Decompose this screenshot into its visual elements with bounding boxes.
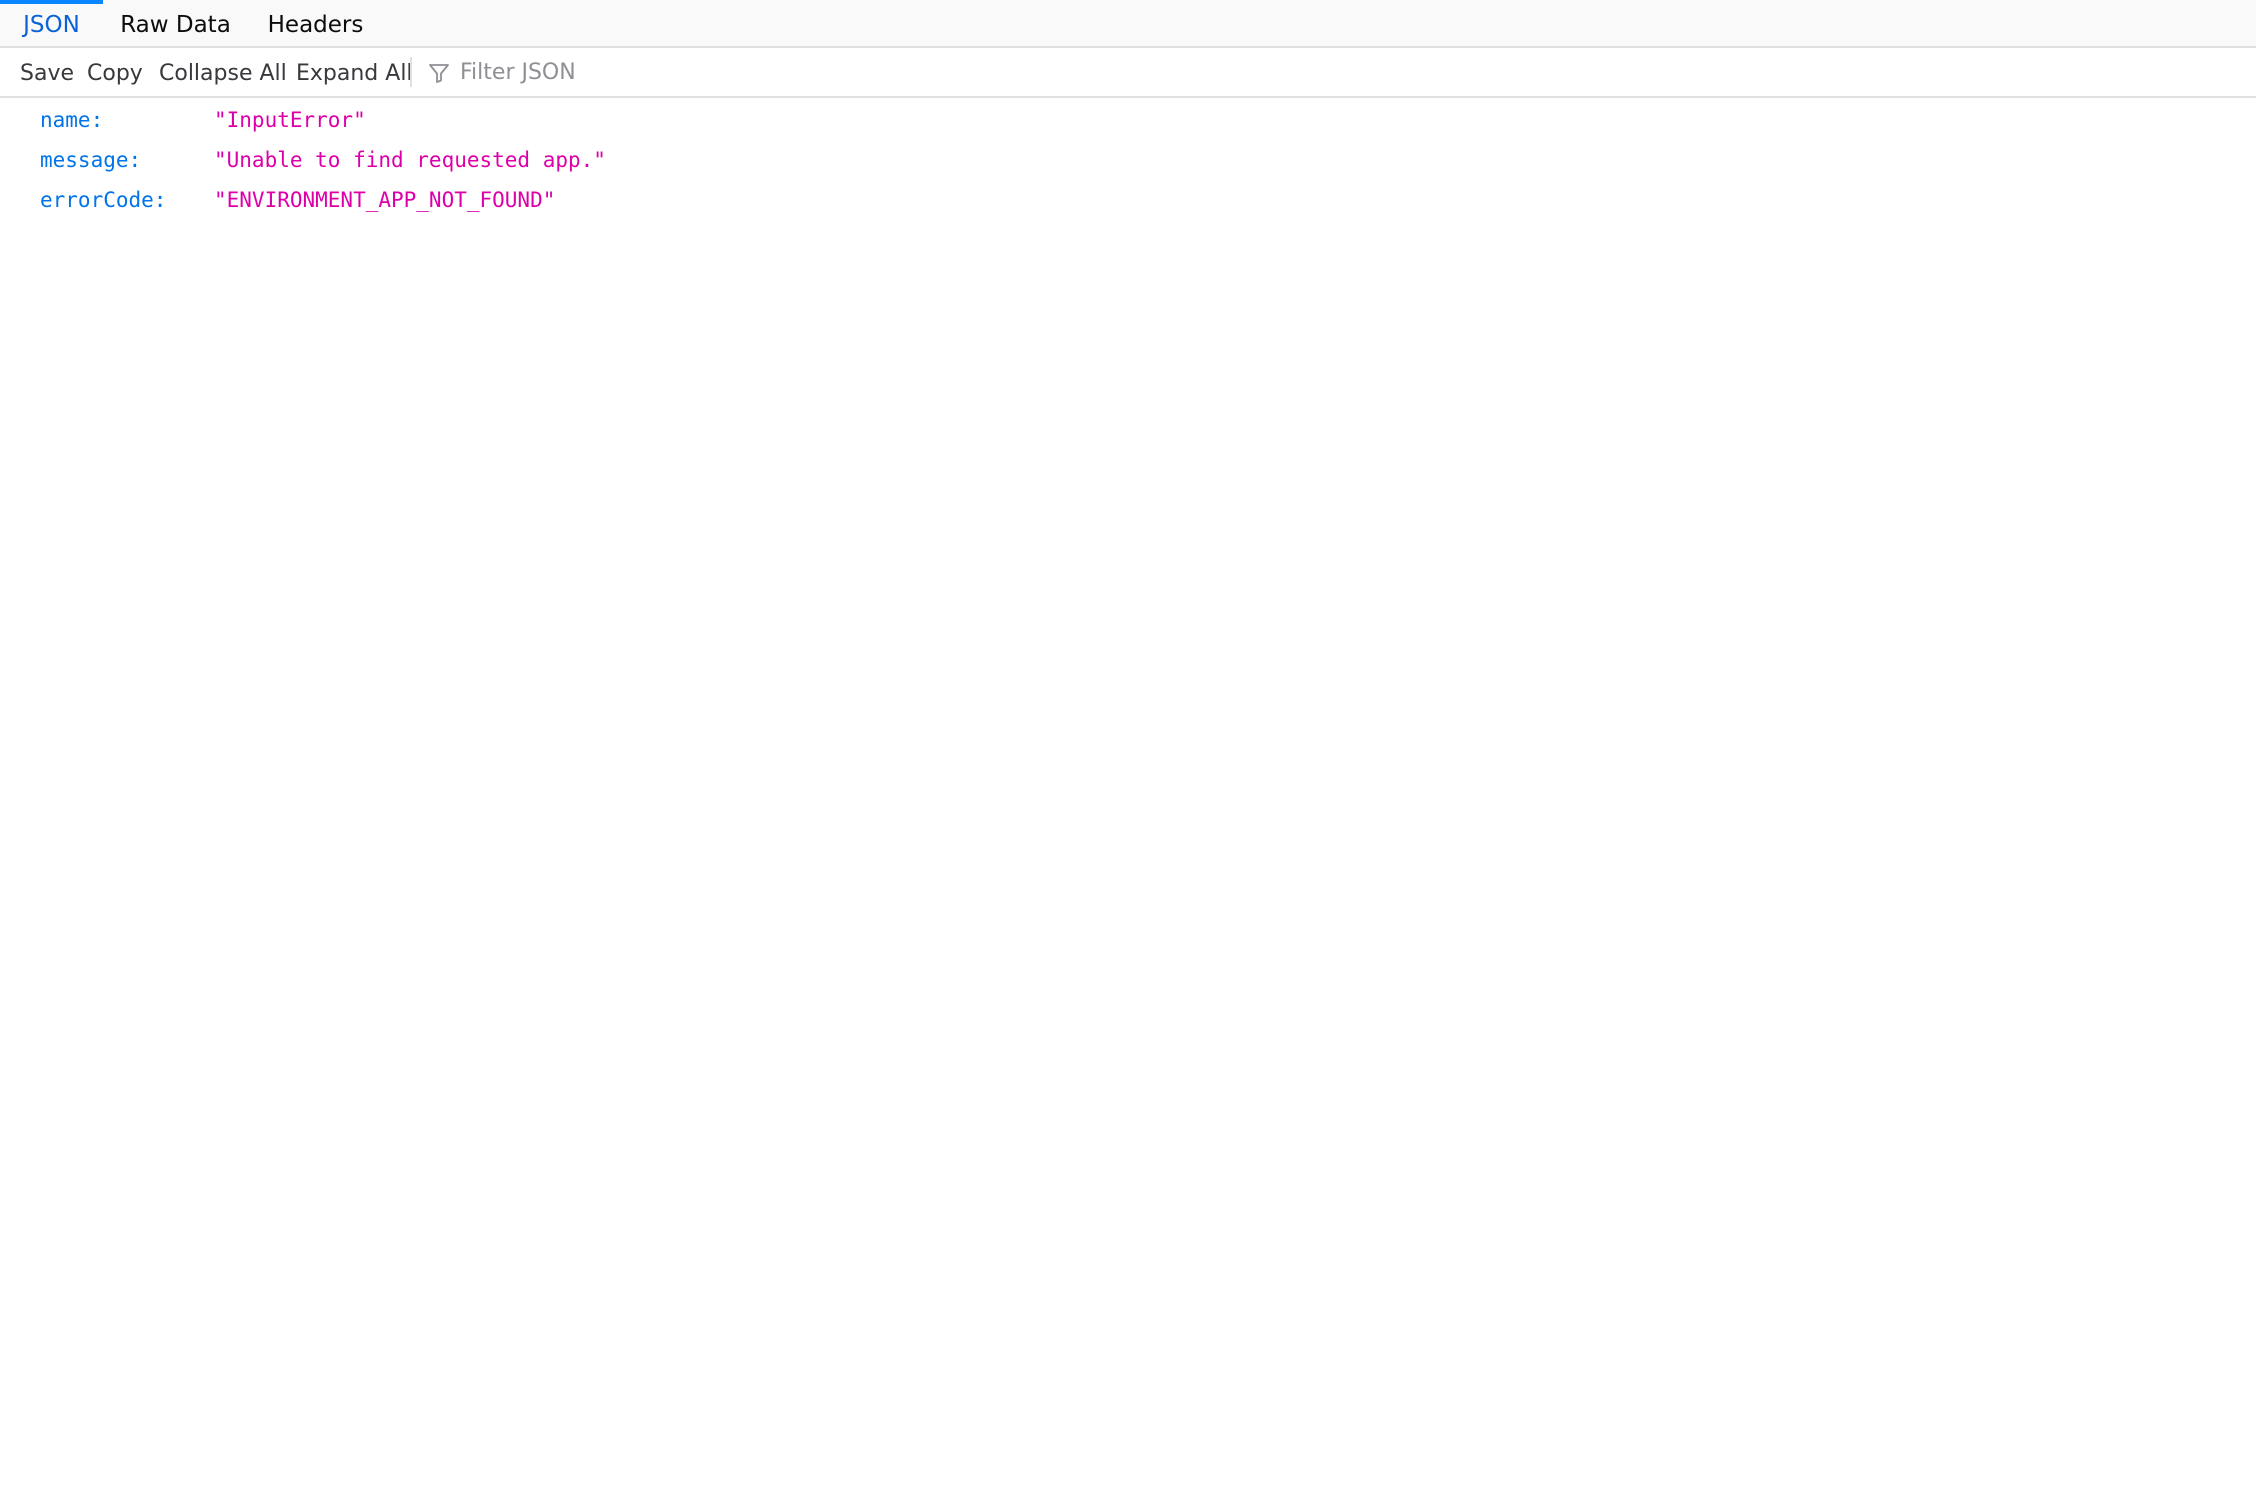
toolbar: Save Copy Collapse All Expand All bbox=[0, 48, 2256, 98]
json-value: "ENVIRONMENT_APP_NOT_FOUND" bbox=[214, 188, 556, 212]
filter-box bbox=[412, 48, 2256, 96]
json-row-error-code[interactable]: errorCode: "ENVIRONMENT_APP_NOT_FOUND" bbox=[0, 180, 2256, 220]
json-row-name[interactable]: name: "InputError" bbox=[0, 100, 2256, 140]
json-value: "InputError" bbox=[214, 108, 366, 132]
filter-json-input[interactable] bbox=[456, 54, 2244, 90]
tab-json[interactable]: JSON bbox=[0, 0, 103, 46]
collapse-all-button[interactable]: Collapse All bbox=[159, 48, 287, 96]
json-key: name: bbox=[40, 108, 104, 132]
json-key: message: bbox=[40, 148, 142, 172]
json-value: "Unable to find requested app." bbox=[214, 148, 606, 172]
json-key: errorCode: bbox=[40, 188, 167, 212]
save-button[interactable]: Save bbox=[20, 48, 74, 96]
funnel-icon bbox=[429, 64, 449, 83]
tab-raw-data[interactable]: Raw Data bbox=[103, 0, 248, 46]
tab-headers[interactable]: Headers bbox=[248, 0, 383, 46]
json-row-message[interactable]: message: "Unable to find requested app." bbox=[0, 140, 2256, 180]
expand-all-button[interactable]: Expand All bbox=[296, 48, 413, 96]
copy-button[interactable]: Copy bbox=[87, 48, 143, 96]
tab-bar: JSON Raw Data Headers bbox=[0, 0, 2256, 48]
